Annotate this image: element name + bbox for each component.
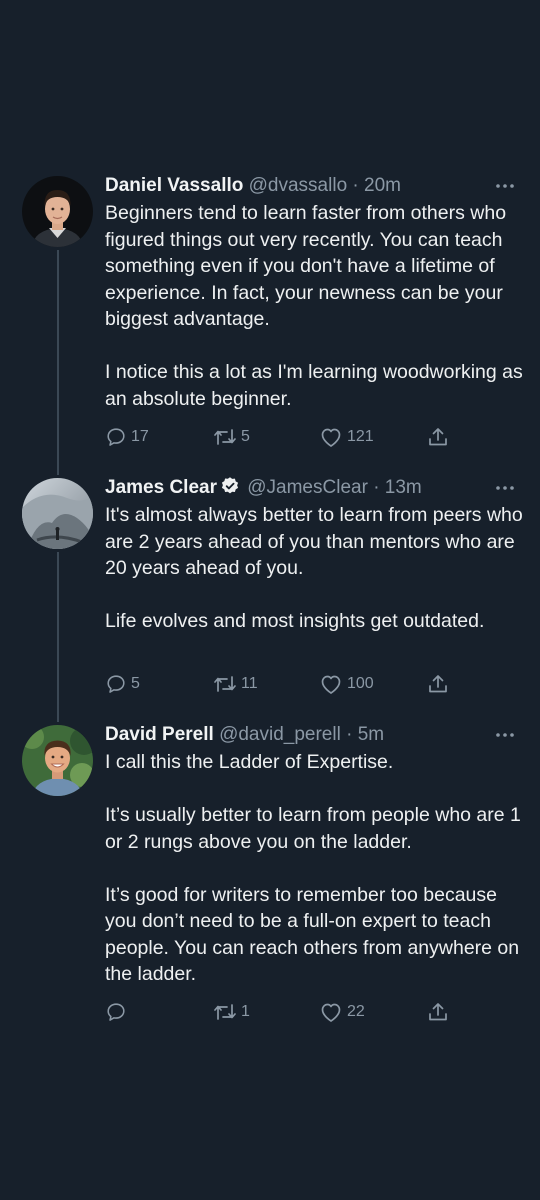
more-icon[interactable] <box>494 476 516 500</box>
reply-icon <box>107 675 125 693</box>
reply-count: 5 <box>131 675 140 692</box>
separator-dot: · <box>373 477 380 498</box>
share-icon <box>429 428 447 446</box>
separator-dot: · <box>352 175 359 196</box>
tweet-actions: 1 22 <box>105 1000 455 1024</box>
retweet-button[interactable]: 1 <box>213 1000 250 1024</box>
tweet-paragraph: It’s good for writers to remember too be… <box>105 883 520 986</box>
tweet-paragraph: Life evolves and most insights get outda… <box>105 610 485 632</box>
timestamp[interactable]: 20m <box>364 175 401 196</box>
separator-dot: · <box>346 724 353 745</box>
like-count: 100 <box>347 675 374 692</box>
timestamp[interactable]: 5m <box>358 724 384 745</box>
tweet-paragraph: I notice this a lot as I'm learning wood… <box>105 361 523 410</box>
author-name[interactable]: James Clear <box>105 477 217 498</box>
more-icon[interactable] <box>494 174 516 198</box>
retweet-count: 5 <box>241 428 250 445</box>
tweet-paragraph: It’s usually better to learn from people… <box>105 804 521 853</box>
tweet-header: David Perell @david_perell · 5m <box>105 723 520 747</box>
retweet-count: 11 <box>241 675 258 692</box>
like-button[interactable]: 22 <box>319 1000 365 1024</box>
author-name[interactable]: David Perell <box>105 724 214 745</box>
tweet-actions: 5 11 100 <box>105 672 455 696</box>
retweet-icon <box>214 1004 236 1020</box>
heart-icon <box>321 428 341 447</box>
thread-line-1 <box>57 250 59 475</box>
tweet-header: Daniel Vassallo @dvassallo · 20m <box>105 174 520 198</box>
tweet-paragraph: It's almost always better to learn from … <box>105 504 523 579</box>
author-handle[interactable]: @david_perell <box>219 724 341 745</box>
tweet-actions: 17 5 121 <box>105 425 455 449</box>
tweet-header: James Clear @JamesClear · 13m <box>105 476 520 500</box>
avatar[interactable] <box>22 725 93 796</box>
reply-count: 17 <box>131 428 149 445</box>
author-handle[interactable]: @JamesClear <box>247 477 368 498</box>
reply-icon <box>107 1003 125 1021</box>
tweet-text: Beginners tend to learn faster from othe… <box>105 200 525 412</box>
avatar[interactable] <box>22 478 93 549</box>
retweet-icon <box>214 429 236 445</box>
retweet-count: 1 <box>241 1003 250 1020</box>
share-icon <box>429 675 447 693</box>
timestamp[interactable]: 13m <box>385 477 422 498</box>
heart-icon <box>321 675 341 694</box>
tweet-paragraph: Beginners tend to learn faster from othe… <box>105 202 507 330</box>
tweet-text: I call this the Ladder of Expertise. It’… <box>105 749 525 988</box>
author-name[interactable]: Daniel Vassallo <box>105 175 243 196</box>
reply-button[interactable]: 5 <box>105 672 140 696</box>
tweet-text: It's almost always better to learn from … <box>105 502 525 635</box>
share-button[interactable] <box>427 425 449 449</box>
more-icon[interactable] <box>494 723 516 747</box>
share-icon <box>429 1003 447 1021</box>
avatar[interactable] <box>22 176 93 247</box>
share-button[interactable] <box>427 1000 449 1024</box>
tweet-paragraph: I call this the Ladder of Expertise. <box>105 751 394 773</box>
like-button[interactable]: 100 <box>319 672 374 696</box>
thread-line-2 <box>57 552 59 722</box>
like-count: 22 <box>347 1003 365 1020</box>
retweet-button[interactable]: 11 <box>213 672 258 696</box>
like-count: 121 <box>347 428 374 445</box>
verified-badge-icon <box>221 477 239 494</box>
author-handle[interactable]: @dvassallo <box>249 175 348 196</box>
reply-icon <box>107 428 125 446</box>
share-button[interactable] <box>427 672 449 696</box>
like-button[interactable]: 121 <box>319 425 374 449</box>
reply-button[interactable] <box>105 1000 131 1024</box>
retweet-button[interactable]: 5 <box>213 425 250 449</box>
reply-button[interactable]: 17 <box>105 425 149 449</box>
heart-icon <box>321 1003 341 1022</box>
retweet-icon <box>214 676 236 692</box>
